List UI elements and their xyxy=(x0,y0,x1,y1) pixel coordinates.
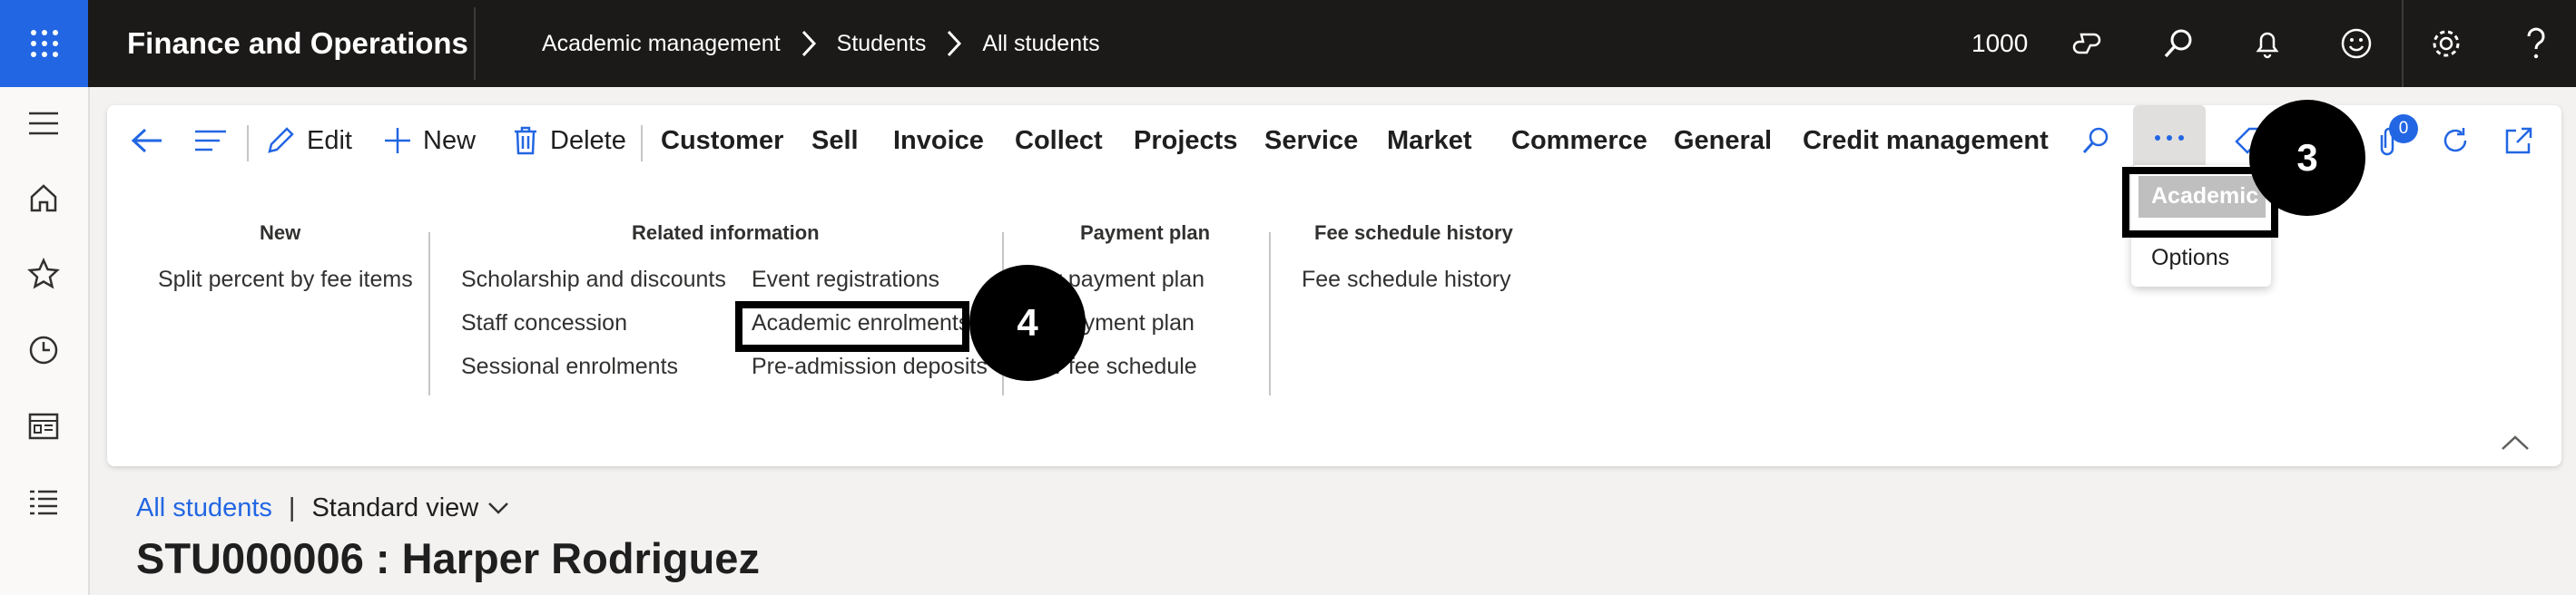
gear-icon[interactable] xyxy=(2424,22,2468,65)
divider xyxy=(641,125,643,161)
edit-button[interactable]: Edit xyxy=(265,118,352,163)
tab-service[interactable]: Service xyxy=(1264,118,1358,163)
modules-list-icon[interactable] xyxy=(22,481,65,524)
help-icon[interactable] xyxy=(2514,22,2558,65)
navigation-pane xyxy=(0,87,90,595)
chevron-right-icon xyxy=(946,30,962,57)
step-marker-3: 3 xyxy=(2249,100,2365,216)
menu-item-pre-admission-deposits[interactable]: Pre-admission deposits xyxy=(752,354,988,380)
copilot-icon[interactable] xyxy=(2067,22,2110,65)
menu-item-options[interactable]: Options xyxy=(2151,245,2229,271)
topbar-divider xyxy=(474,7,476,80)
tab-credit-management[interactable]: Credit management xyxy=(1803,118,2049,163)
breadcrumb: Academic management Students All student… xyxy=(542,0,1100,87)
menu-item-scholarship[interactable]: Scholarship and discounts xyxy=(461,267,726,293)
divider xyxy=(247,125,249,161)
step-marker-4: 4 xyxy=(969,265,1086,381)
separator: | xyxy=(288,493,296,522)
refresh-icon xyxy=(2443,128,2467,152)
page-title: STU000006 : Harper Rodriguez xyxy=(136,534,760,582)
plus-icon xyxy=(385,128,410,153)
workspace-icon[interactable] xyxy=(22,405,65,448)
search-action-button[interactable] xyxy=(2080,118,2122,163)
waffle-icon xyxy=(30,30,58,57)
clock-icon[interactable] xyxy=(22,328,65,372)
chevron-down-icon xyxy=(488,502,509,514)
highlight-box xyxy=(735,301,969,352)
tab-invoice[interactable]: Invoice xyxy=(893,118,984,163)
new-label: New xyxy=(423,125,477,155)
attachments-badge: 0 xyxy=(2389,114,2418,143)
breadcrumb-all-students[interactable]: All students xyxy=(982,31,1099,57)
menu-item-staff-concession[interactable]: Staff concession xyxy=(461,310,627,337)
chevron-right-icon xyxy=(801,30,817,57)
tab-customer[interactable]: Customer xyxy=(661,118,783,163)
star-icon[interactable] xyxy=(22,252,65,296)
pencil-icon xyxy=(268,127,294,153)
more-options-button[interactable] xyxy=(2133,105,2206,171)
tab-commerce[interactable]: Commerce xyxy=(1511,118,1647,163)
search-icon xyxy=(2082,127,2109,154)
tab-general[interactable]: General xyxy=(1674,118,1772,163)
group-title-fee-schedule-history: Fee schedule history xyxy=(1314,221,1513,244)
refresh-button[interactable] xyxy=(2440,118,2482,163)
app-launcher-button[interactable] xyxy=(0,0,88,87)
group-title-new: New xyxy=(260,221,301,244)
action-list-button[interactable] xyxy=(194,118,238,163)
delete-button[interactable]: Delete xyxy=(512,118,626,163)
lines-icon xyxy=(195,130,226,151)
group-title-related-information: Related information xyxy=(632,221,820,244)
group-divider xyxy=(1269,232,1271,395)
trash-icon xyxy=(515,126,536,155)
open-new-window-button[interactable] xyxy=(2503,118,2545,163)
top-bar: Finance and Operations Academic manageme… xyxy=(0,0,2576,87)
group-divider xyxy=(428,232,430,395)
menu-item-sessional-enrolments[interactable]: Sessional enrolments xyxy=(461,354,678,380)
smiley-icon[interactable] xyxy=(2335,22,2378,65)
page-breadcrumb: All students | Standard view xyxy=(136,490,509,526)
home-icon[interactable] xyxy=(22,176,65,219)
menu-item-event-registrations[interactable]: Event registrations xyxy=(752,267,939,293)
ellipsis-icon xyxy=(2155,135,2184,141)
edit-label: Edit xyxy=(307,125,352,155)
all-students-link[interactable]: All students xyxy=(136,493,272,523)
topbar-divider xyxy=(2402,0,2404,87)
tab-collect[interactable]: Collect xyxy=(1015,118,1103,163)
tab-sell[interactable]: Sell xyxy=(811,118,859,163)
menu-item-split-percent[interactable]: Split percent by fee items xyxy=(158,267,413,293)
breadcrumb-students[interactable]: Students xyxy=(837,31,927,57)
tab-market[interactable]: Market xyxy=(1387,118,1472,163)
view-selector[interactable]: Standard view xyxy=(311,493,509,523)
delete-label: Delete xyxy=(550,125,626,155)
group-title-payment-plan: Payment plan xyxy=(1080,221,1211,244)
search-icon[interactable] xyxy=(2157,22,2200,65)
menu-item-fee-schedule-history[interactable]: Fee schedule history xyxy=(1302,267,1511,293)
back-button[interactable] xyxy=(131,118,174,163)
tab-projects[interactable]: Projects xyxy=(1134,118,1237,163)
arrow-left-icon xyxy=(131,128,162,153)
new-button[interactable]: New xyxy=(383,118,476,163)
view-label: Standard view xyxy=(311,493,479,522)
company-picker[interactable]: 1000 xyxy=(1971,0,2028,87)
hamburger-menu-icon[interactable] xyxy=(22,102,65,145)
chevron-up-icon[interactable] xyxy=(2500,434,2531,452)
breadcrumb-academic-management[interactable]: Academic management xyxy=(542,31,781,57)
popout-icon xyxy=(2505,127,2532,154)
app-title[interactable]: Finance and Operations xyxy=(127,0,468,87)
bell-icon[interactable] xyxy=(2246,22,2289,65)
